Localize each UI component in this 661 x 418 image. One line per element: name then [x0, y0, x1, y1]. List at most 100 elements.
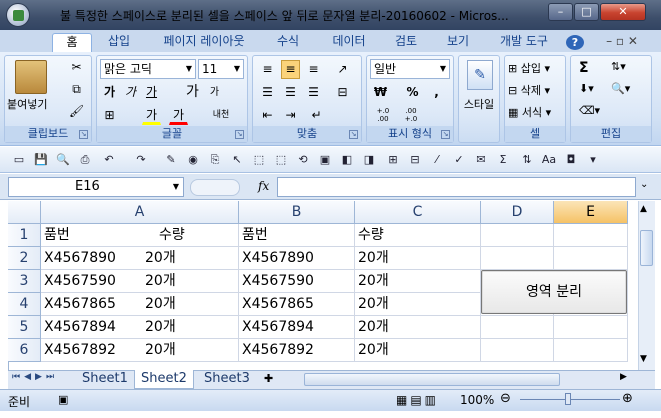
shapes-icon[interactable]: ▣	[316, 151, 334, 169]
maximize-button[interactable]: □	[574, 3, 599, 21]
redo-icon[interactable]: ↷	[132, 151, 150, 169]
select-objects-icon[interactable]: ↖	[228, 151, 246, 169]
insert-function-button[interactable]: fx	[258, 179, 269, 193]
scroll-up-icon[interactable]: ▲	[640, 204, 647, 214]
cell-b5[interactable]: X4567894	[239, 316, 355, 339]
cell-c4[interactable]: 20개	[355, 293, 481, 316]
paste-icon[interactable]	[15, 60, 47, 94]
cell-a4[interactable]: X4567865 20개	[41, 293, 239, 316]
cell-d5[interactable]	[481, 316, 554, 339]
dialog-launcher-clipboard[interactable]: ↘	[79, 130, 88, 139]
phonetic-button[interactable]: 내천	[209, 106, 233, 125]
office-button[interactable]	[6, 3, 30, 27]
bold-button[interactable]: 가	[100, 83, 119, 102]
help-icon[interactable]: ?	[566, 35, 584, 50]
borders-icon[interactable]: ⊞	[384, 151, 402, 169]
row-header[interactable]: 2	[8, 247, 41, 270]
row-header[interactable]: 6	[8, 339, 41, 362]
format-painter-icon[interactable]: 🖌	[67, 102, 86, 121]
tab-developer[interactable]: 개발 도구	[488, 33, 560, 52]
draw-icon[interactable]: ⁄	[428, 151, 446, 169]
rotate-icon[interactable]: ⟲	[294, 151, 312, 169]
undo-icon[interactable]: ↶	[100, 151, 118, 169]
align-middle-icon[interactable]: ≡	[281, 60, 300, 79]
minimize-button[interactable]: –	[548, 3, 573, 21]
sheet-tab[interactable]: Sheet3	[198, 370, 256, 389]
formula-splitter[interactable]	[190, 179, 240, 196]
format-cells-button[interactable]: ▦ 서식 ▾	[508, 104, 551, 120]
send-backward-icon[interactable]: ◨	[360, 151, 378, 169]
cell-c5[interactable]: 20개	[355, 316, 481, 339]
table-grid-icon[interactable]: ⊟	[406, 151, 424, 169]
dialog-launcher-number[interactable]: ↘	[441, 130, 450, 139]
cell-c1[interactable]: 수량	[355, 224, 481, 247]
cell-d2[interactable]	[481, 247, 554, 270]
paste-label[interactable]: 붙여넣기	[7, 96, 47, 112]
font-color-icon[interactable]: 가	[169, 106, 188, 125]
font-size-dropdown[interactable]: 11 ▼	[198, 59, 244, 79]
row-header[interactable]: 5	[8, 316, 41, 339]
cell-b4[interactable]: X4567865	[239, 293, 355, 316]
align-right-icon[interactable]: ☰	[304, 83, 323, 102]
cell-a5[interactable]: X4567894 20개	[41, 316, 239, 339]
print-preview-icon[interactable]: 🔍	[54, 151, 72, 169]
sort-icon[interactable]: ⇅	[518, 151, 536, 169]
vertical-scrollbar[interactable]	[638, 201, 655, 370]
cell-b2[interactable]: X4567890	[239, 247, 355, 270]
cell-c3[interactable]: 20개	[355, 270, 481, 293]
tab-view[interactable]: 보기	[438, 33, 478, 52]
sheet-tab-active[interactable]: Sheet2	[134, 370, 194, 389]
sort-filter-icon[interactable]: ⇅▾	[611, 60, 626, 73]
align-center-icon[interactable]: ☰	[281, 83, 300, 102]
ungroup-icon[interactable]: ⬚	[272, 151, 290, 169]
decrease-decimal-button[interactable]: .00 +.0	[399, 106, 423, 125]
highlight-icon[interactable]: ◉	[184, 151, 202, 169]
column-header-e[interactable]: E	[554, 201, 628, 224]
column-header-d[interactable]: D	[481, 201, 554, 224]
view-mode-icons[interactable]: ▦▤▥	[396, 393, 439, 407]
select-all-corner[interactable]	[8, 201, 41, 224]
row-header[interactable]: 3	[8, 270, 41, 293]
copy-icon[interactable]: ⧉	[67, 80, 86, 99]
cell-d6[interactable]	[481, 339, 554, 362]
horizontal-scroll-thumb[interactable]	[304, 373, 560, 386]
cell-c6[interactable]: 20개	[355, 339, 481, 362]
italic-button[interactable]: 가	[121, 83, 140, 102]
bring-forward-icon[interactable]: ◧	[338, 151, 356, 169]
cell-a6[interactable]: X4567892 20개	[41, 339, 239, 362]
cell-b1[interactable]: 품번	[239, 224, 355, 247]
copy-format-icon[interactable]: ⎘	[206, 151, 224, 169]
dialog-launcher-alignment[interactable]: ↘	[349, 130, 358, 139]
close-button[interactable]: ✕	[600, 3, 646, 21]
fill-color-icon[interactable]: 가	[142, 106, 161, 125]
cell-e1[interactable]	[554, 224, 628, 247]
sheet-tab[interactable]: Sheet1	[76, 370, 134, 389]
text-icon[interactable]: Aa	[540, 151, 558, 169]
tab-page-layout[interactable]: 페이지 레이아웃	[152, 33, 256, 52]
check-icon[interactable]: ✓	[450, 151, 468, 169]
cell-b3[interactable]: X4567590	[239, 270, 355, 293]
border-icon[interactable]: ⊞	[100, 106, 119, 125]
column-header-c[interactable]: C	[355, 201, 481, 224]
align-bottom-icon[interactable]: ≡	[304, 60, 323, 79]
increase-indent-icon[interactable]: ⇥	[281, 106, 300, 125]
cell-c2[interactable]: 20개	[355, 247, 481, 270]
styles-icon[interactable]: ✎	[467, 60, 493, 90]
pen-icon[interactable]: ✎	[162, 151, 180, 169]
comma-button[interactable]: ,	[427, 83, 446, 102]
row-header[interactable]: 1	[8, 224, 41, 247]
wrap-text-icon[interactable]: ↵	[307, 106, 326, 125]
macro-record-icon[interactable]: ▣	[58, 393, 68, 406]
row-header[interactable]: 4	[8, 293, 41, 316]
cut-icon[interactable]: ✂	[67, 58, 86, 77]
autosum-button[interactable]: Σ	[579, 60, 589, 76]
save-icon[interactable]: 💾	[32, 151, 50, 169]
expand-formula-icon[interactable]: ⌄	[640, 179, 648, 190]
align-left-icon[interactable]: ☰	[258, 83, 277, 102]
qat-dropdown-icon[interactable]: ▾	[584, 151, 602, 169]
underline-button[interactable]: 가	[142, 83, 161, 102]
percent-button[interactable]: %	[403, 83, 422, 102]
fill-icon[interactable]: ⬇▾	[579, 82, 594, 95]
clear-icon[interactable]: ⌫▾	[579, 104, 600, 117]
delete-cells-button[interactable]: ⊟ 삭제 ▾	[508, 82, 550, 98]
